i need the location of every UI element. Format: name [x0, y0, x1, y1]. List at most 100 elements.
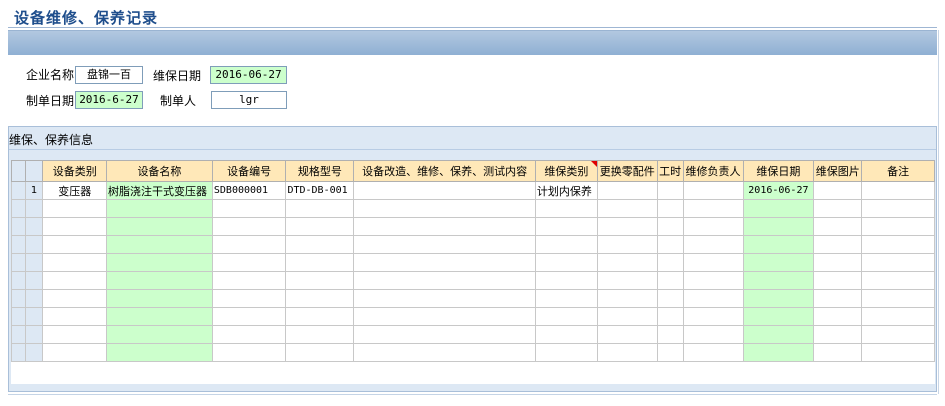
table-cell[interactable]	[656, 199, 684, 218]
table-cell[interactable]	[596, 199, 658, 218]
column-header[interactable]: 维保类别	[534, 160, 598, 182]
table-cell[interactable]	[596, 307, 658, 326]
table-cell[interactable]	[285, 307, 355, 326]
table-cell[interactable]	[813, 199, 863, 218]
table-cell[interactable]	[656, 325, 684, 344]
table-cell[interactable]	[106, 235, 213, 254]
table-cell[interactable]	[861, 235, 935, 254]
table-cell[interactable]	[656, 307, 684, 326]
table-cell[interactable]	[353, 343, 536, 362]
table-cell[interactable]	[211, 253, 287, 272]
table-cell[interactable]	[861, 307, 935, 326]
table-cell[interactable]	[742, 307, 815, 326]
table-cell[interactable]	[742, 199, 815, 218]
table-cell[interactable]	[353, 325, 536, 344]
column-header[interactable]: 规格型号	[285, 160, 355, 182]
table-cell[interactable]	[682, 325, 744, 344]
table-cell[interactable]: 树脂浇注干式变压器	[106, 181, 213, 200]
table-cell[interactable]	[596, 235, 658, 254]
table-cell[interactable]	[42, 289, 107, 308]
table-cell[interactable]	[211, 199, 287, 218]
table-cell[interactable]	[353, 199, 536, 218]
table-cell[interactable]	[285, 217, 355, 236]
table-cell[interactable]	[813, 271, 863, 290]
table-cell[interactable]	[211, 325, 287, 344]
table-cell[interactable]	[211, 235, 287, 254]
table-cell[interactable]	[106, 307, 213, 326]
table-cell[interactable]	[656, 217, 684, 236]
table-cell[interactable]	[682, 199, 744, 218]
table-cell[interactable]	[813, 289, 863, 308]
table-cell[interactable]	[106, 217, 213, 236]
table-cell[interactable]	[861, 181, 935, 200]
company-field[interactable]: 盘锦一百	[75, 66, 143, 84]
table-cell[interactable]	[534, 217, 598, 236]
table-cell[interactable]	[742, 235, 815, 254]
table-cell[interactable]	[106, 199, 213, 218]
table-cell[interactable]	[682, 217, 744, 236]
table-cell[interactable]	[682, 253, 744, 272]
table-row[interactable]	[11, 217, 935, 236]
table-cell[interactable]: 变压器	[42, 181, 107, 200]
table-cell[interactable]	[285, 289, 355, 308]
table-row[interactable]	[11, 235, 935, 254]
table-cell[interactable]	[682, 289, 744, 308]
table-cell[interactable]	[742, 253, 815, 272]
table-cell[interactable]	[353, 235, 536, 254]
table-cell[interactable]	[861, 343, 935, 362]
table-cell[interactable]	[656, 253, 684, 272]
table-cell[interactable]	[353, 307, 536, 326]
table-cell[interactable]	[813, 343, 863, 362]
table-cell[interactable]	[534, 289, 598, 308]
table-cell[interactable]	[534, 199, 598, 218]
table-cell[interactable]: DTD-DB-001	[285, 181, 355, 200]
create-date-field[interactable]: 2016-6-27	[75, 91, 143, 109]
table-cell[interactable]	[353, 289, 536, 308]
table-cell[interactable]	[813, 217, 863, 236]
table-cell[interactable]	[682, 235, 744, 254]
table-row[interactable]	[11, 253, 935, 272]
column-header[interactable]: 维保日期	[742, 160, 815, 182]
table-cell[interactable]	[285, 325, 355, 344]
table-cell[interactable]	[211, 307, 287, 326]
table-row[interactable]: 1 变压器 树脂浇注干式变压器 SDB000001 DTD-DB-001 计划内…	[11, 181, 935, 200]
table-cell[interactable]	[534, 271, 598, 290]
table-cell[interactable]	[742, 217, 815, 236]
table-cell[interactable]	[861, 271, 935, 290]
table-row[interactable]	[11, 289, 935, 308]
table-cell[interactable]	[211, 343, 287, 362]
table-cell[interactable]	[742, 271, 815, 290]
table-cell[interactable]	[285, 199, 355, 218]
table-cell[interactable]	[353, 217, 536, 236]
table-cell[interactable]	[813, 253, 863, 272]
table-row[interactable]	[11, 199, 935, 218]
table-cell[interactable]	[682, 343, 744, 362]
table-cell[interactable]	[211, 271, 287, 290]
table-cell[interactable]	[656, 235, 684, 254]
table-cell[interactable]	[353, 271, 536, 290]
table-cell[interactable]	[596, 271, 658, 290]
table-cell[interactable]	[742, 289, 815, 308]
table-cell[interactable]	[534, 325, 598, 344]
table-row[interactable]	[11, 307, 935, 326]
table-cell[interactable]	[106, 343, 213, 362]
table-cell[interactable]	[106, 325, 213, 344]
table-row[interactable]	[11, 325, 935, 344]
table-cell[interactable]	[42, 253, 107, 272]
table-cell[interactable]	[861, 199, 935, 218]
column-header[interactable]: 维修负责人	[682, 160, 744, 182]
table-cell[interactable]	[813, 307, 863, 326]
table-cell[interactable]	[596, 217, 658, 236]
column-header[interactable]: 设备名称	[106, 160, 213, 182]
table-cell[interactable]	[813, 181, 863, 200]
table-cell[interactable]	[42, 343, 107, 362]
table-cell[interactable]	[534, 343, 598, 362]
table-cell[interactable]	[596, 343, 658, 362]
table-cell[interactable]	[285, 235, 355, 254]
table-cell[interactable]	[813, 235, 863, 254]
table-cell[interactable]	[596, 289, 658, 308]
table-cell[interactable]	[861, 289, 935, 308]
table-cell[interactable]	[42, 235, 107, 254]
table-cell[interactable]	[42, 307, 107, 326]
table-cell[interactable]	[42, 199, 107, 218]
